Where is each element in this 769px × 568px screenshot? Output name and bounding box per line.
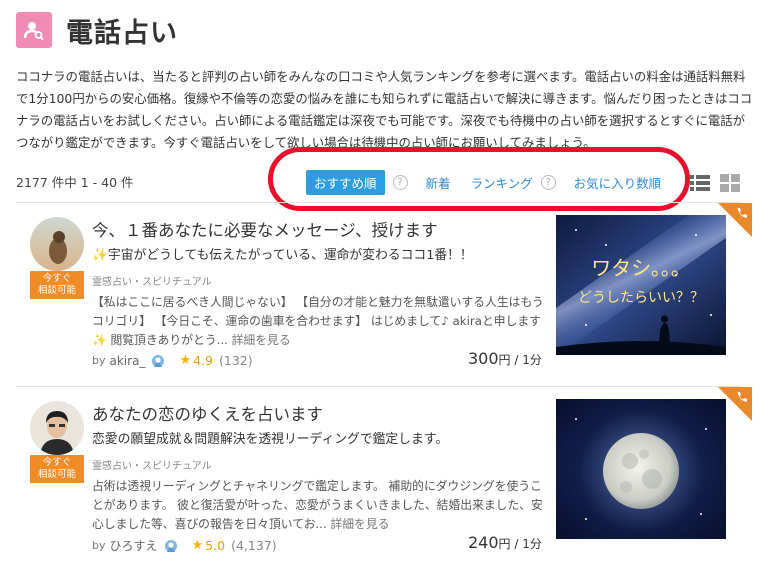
svg-text:どうしたらいい？？: どうしたらいい？？ — [578, 289, 704, 305]
price: 300円 / 1分 — [468, 349, 542, 368]
star-icon: ★ — [179, 353, 192, 368]
grid-view-icon[interactable] — [720, 174, 740, 192]
listing-category: 霊感占い・スピリチュアル — [92, 461, 212, 472]
more-link[interactable]: 詳細を見る — [330, 517, 389, 531]
listing-subtitle: ✨宇宙がどうしても伝えたがっている、運命が変わるココ1番！！ — [92, 248, 473, 263]
list-view-icon[interactable] — [690, 174, 710, 192]
listing-thumbnail[interactable] — [556, 399, 726, 539]
person-search-icon — [16, 12, 52, 48]
listing-title[interactable]: 今、１番あなたに必要なメッセージ、授けます — [92, 217, 438, 241]
results-count: 2177 件中 1 - 40 件 — [16, 175, 134, 190]
seller-info: by akira_ ★ 4.9 (132) — [92, 353, 253, 368]
listing-thumbnail[interactable]: ワタシ。。。 どうしたらいい？？ — [556, 215, 726, 355]
avatar[interactable] — [30, 217, 84, 271]
listing-description: 【私はここに居るべき人間じゃない】 【自分の才能と魅力を無駄遣いする人生はもうコ… — [92, 295, 544, 347]
seller-name[interactable]: akira_ — [110, 354, 146, 368]
star-icon: ★ — [191, 538, 204, 553]
rating-value: 4.9 — [193, 353, 213, 368]
review-count: (132) — [218, 353, 253, 368]
listing-card[interactable]: 今すぐ 相談可能 あなたの恋のゆくえを占います 恋愛の願望成就＆問題解決を透視リ… — [16, 387, 752, 563]
seller-info: by ひろすえ ★ 5.0 (4,137) — [92, 537, 277, 554]
page-title: 電話占い — [66, 17, 178, 49]
available-now-badge: 今すぐ 相談可能 — [30, 455, 84, 483]
listing-category: 霊感占い・スピリチュアル — [92, 277, 212, 288]
svg-text:ワタシ。。。: ワタシ。。。 — [591, 257, 691, 280]
phone-icon — [718, 387, 752, 421]
more-link[interactable]: 詳細を見る — [232, 333, 291, 347]
price: 240円 / 1分 — [468, 533, 542, 552]
avatar[interactable] — [30, 401, 84, 455]
listing-subtitle: 恋愛の願望成就＆問題解決を透視リーディングで鑑定します。 — [92, 432, 449, 447]
seller-name[interactable]: ひろすえ — [110, 537, 158, 554]
verified-icon — [164, 539, 177, 552]
listing-card[interactable]: 今すぐ 相談可能 今、１番あなたに必要なメッセージ、授けます ✨宇宙がどうしても… — [16, 203, 752, 379]
intro-text: ココナラの電話占いは、当たると評判の占い師をみんなの口コミや人気ランキングを参考… — [16, 69, 753, 150]
review-count: (4,137) — [231, 538, 277, 553]
rating-value: 5.0 — [205, 538, 226, 553]
available-now-badge: 今すぐ 相談可能 — [30, 271, 84, 299]
listing-title[interactable]: あなたの恋のゆくえを占います — [92, 401, 323, 425]
page-header: 電話占い — [16, 8, 178, 52]
listing-description: 占術は透視リーディングとチャネリングで鑑定します。 補助的にダウジングを使うこと… — [92, 479, 543, 531]
verified-icon — [152, 354, 165, 367]
phone-icon — [718, 203, 752, 237]
